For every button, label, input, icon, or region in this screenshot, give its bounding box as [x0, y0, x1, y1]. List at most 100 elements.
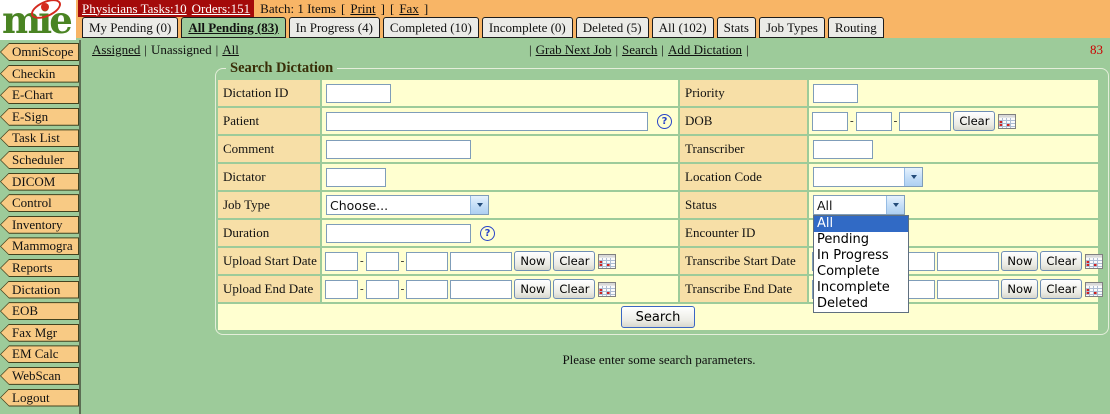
comment-input[interactable]	[326, 140, 471, 159]
upload-end-calendar-icon[interactable]	[598, 282, 616, 297]
tab-stats[interactable]: Stats	[717, 17, 756, 38]
sidebar-item-dictation[interactable]: Dictation	[0, 281, 79, 299]
transcribe-start-clear-button[interactable]: Clear	[1040, 251, 1082, 271]
tab-completed[interactable]: Completed (10)	[383, 17, 479, 38]
sidebar-item-em-calc[interactable]: EM Calc	[0, 345, 79, 363]
sidebar-item-checkin[interactable]: Checkin	[0, 65, 79, 83]
upload-start-calendar-icon[interactable]	[598, 254, 616, 269]
dob-year-input[interactable]	[899, 112, 951, 131]
transcribe-start-now-button[interactable]: Now	[1001, 251, 1038, 271]
tab-all-pending[interactable]: All Pending (83)	[181, 17, 285, 38]
sidebar-item-task-list[interactable]: Task List	[0, 129, 79, 147]
subnav: Assigned|Unassigned|All |Grab Next Job|S…	[88, 40, 1110, 60]
upload-start-month-input[interactable]	[325, 252, 358, 271]
physicians-tasks-link[interactable]: Physicians Tasks:10	[82, 1, 187, 17]
sidebar-item-reports[interactable]: Reports	[0, 259, 79, 277]
dob-calendar-icon[interactable]	[998, 114, 1016, 129]
dash: -	[401, 283, 405, 295]
tab-in-progress[interactable]: In Progress (4)	[289, 17, 380, 38]
dob-clear-button[interactable]: Clear	[953, 111, 995, 131]
search-link[interactable]: Search	[622, 42, 657, 57]
sidebar-item-logout[interactable]: Logout	[0, 389, 79, 407]
separator: |	[216, 42, 219, 57]
orders-link[interactable]: Orders:151	[192, 1, 251, 17]
upload-end-now-button[interactable]: Now	[514, 279, 551, 299]
priority-label: Priority	[680, 80, 807, 106]
tab-my-pending[interactable]: My Pending (0)	[82, 17, 178, 38]
sidebar-item-scheduler[interactable]: Scheduler	[0, 151, 79, 169]
upload-start-day-input[interactable]	[366, 252, 399, 271]
patient-input[interactable]	[326, 112, 648, 131]
status-option-pending[interactable]: Pending	[814, 232, 908, 248]
status-option-in-progress[interactable]: In Progress	[814, 248, 908, 264]
sidebar-item-webscan[interactable]: WebScan	[0, 367, 79, 385]
separator: |	[746, 42, 749, 57]
transcribe-end-time-input[interactable]	[937, 280, 999, 299]
tab-deleted[interactable]: Deleted (5)	[576, 17, 649, 38]
search-button[interactable]: Search	[621, 306, 696, 328]
sidebar-item-e-sign[interactable]: E-Sign	[0, 108, 79, 126]
dictation-id-input[interactable]	[326, 84, 391, 103]
tab-incomplete[interactable]: Incomplete (0)	[482, 17, 573, 38]
upload-end-month-input[interactable]	[325, 280, 358, 299]
transcribe-end-calendar-icon[interactable]	[1085, 282, 1103, 297]
sidebar-item-dicom[interactable]: DICOM	[0, 173, 79, 191]
upload-end-year-input[interactable]	[406, 280, 448, 299]
dictation-id-cell	[322, 80, 678, 106]
dictator-input[interactable]	[326, 168, 386, 187]
dob-month-input[interactable]	[812, 112, 848, 131]
priority-input[interactable]	[813, 84, 858, 103]
upload-start-time-input[interactable]	[450, 252, 512, 271]
upload-end-time-input[interactable]	[450, 280, 512, 299]
sidebar-item-e-chart[interactable]: E-Chart	[0, 86, 79, 104]
fax-link[interactable]: Fax	[399, 1, 419, 17]
unassigned-current: Unassigned	[151, 42, 212, 57]
status-select[interactable]: All	[813, 195, 905, 215]
upload-start-date-cell: - - Now Clear	[322, 248, 678, 274]
location-code-select[interactable]	[813, 167, 923, 187]
print-link[interactable]: Print	[350, 1, 375, 17]
separator: |	[144, 42, 147, 57]
assigned-link[interactable]: Assigned	[92, 42, 140, 57]
upload-end-day-input[interactable]	[366, 280, 399, 299]
sidebar-item-eob[interactable]: EOB	[0, 302, 79, 320]
status-select-wrap: All All Pending In Progress Complete Inc…	[813, 195, 905, 215]
job-type-select[interactable]: Choose...	[326, 195, 489, 215]
status-option-incomplete[interactable]: Incomplete	[814, 280, 908, 296]
sidebar-item-mammography[interactable]: Mammogra	[0, 237, 79, 255]
sidebar-item-inventory[interactable]: Inventory	[0, 216, 79, 234]
upload-start-now-button[interactable]: Now	[514, 251, 551, 271]
tab-bar: My Pending (0) All Pending (83) In Progr…	[82, 17, 884, 38]
status-option-all[interactable]: All	[814, 216, 908, 232]
location-code-value	[814, 177, 904, 178]
dob-day-input[interactable]	[856, 112, 892, 131]
dash: -	[894, 115, 898, 127]
location-code-label: Location Code	[680, 164, 807, 190]
tab-job-types[interactable]: Job Types	[759, 17, 825, 38]
duration-input[interactable]	[326, 224, 471, 243]
grab-next-job-link[interactable]: Grab Next Job	[536, 42, 612, 57]
transcribe-start-time-input[interactable]	[937, 252, 999, 271]
status-option-deleted[interactable]: Deleted	[814, 296, 908, 312]
sidebar-item-fax-mgr[interactable]: Fax Mgr	[0, 324, 79, 342]
add-dictation-link[interactable]: Add Dictation	[668, 42, 742, 57]
sidebar-item-omniscope[interactable]: OmniScope	[0, 43, 79, 61]
status-value: All	[814, 198, 886, 213]
upload-end-clear-button[interactable]: Clear	[553, 279, 595, 299]
chevron-down-icon	[886, 196, 904, 214]
sidebar-item-control[interactable]: Control	[0, 194, 79, 212]
all-link[interactable]: All	[222, 42, 239, 57]
separator: |	[529, 42, 532, 57]
duration-help-icon[interactable]: ?	[480, 226, 495, 241]
transcribe-start-calendar-icon[interactable]	[1085, 254, 1103, 269]
upload-start-year-input[interactable]	[406, 252, 448, 271]
mie-logo: mie	[0, 0, 76, 40]
status-option-complete[interactable]: Complete	[814, 264, 908, 280]
tab-routing[interactable]: Routing	[828, 17, 884, 38]
transcribe-end-clear-button[interactable]: Clear	[1040, 279, 1082, 299]
patient-help-icon[interactable]: ?	[657, 114, 672, 129]
transcriber-input[interactable]	[813, 140, 873, 159]
transcribe-end-now-button[interactable]: Now	[1001, 279, 1038, 299]
upload-start-clear-button[interactable]: Clear	[553, 251, 595, 271]
tab-all[interactable]: All (102)	[652, 17, 714, 38]
